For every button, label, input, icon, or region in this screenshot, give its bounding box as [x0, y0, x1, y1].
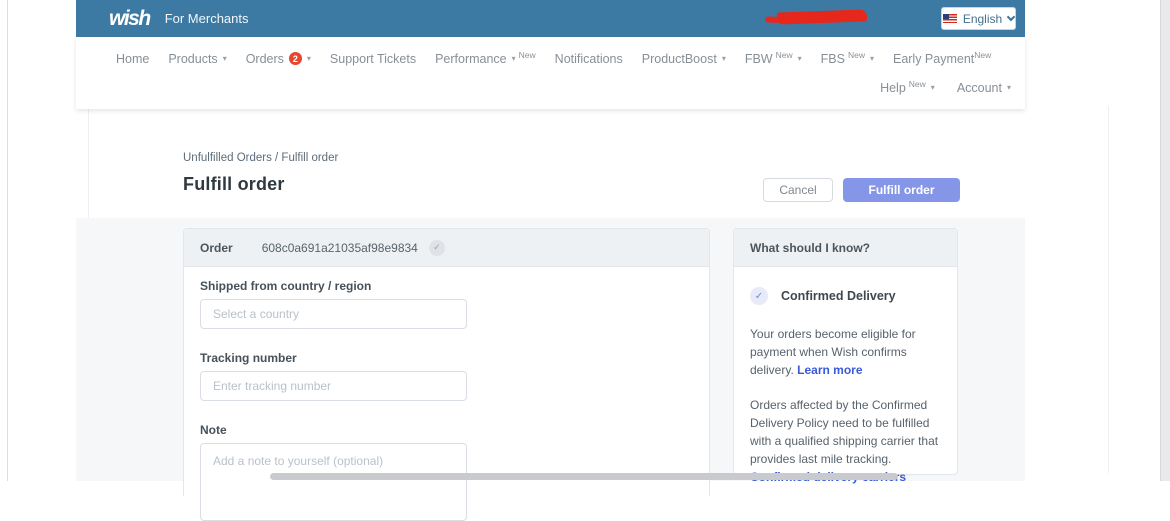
info-paragraph-2-text: Orders affected by the Confirmed Deliver…: [750, 398, 939, 466]
nav-row-primary: Home Products ▾ Orders 2 ▾ Support Tickets …: [116, 49, 1011, 68]
page-right-edge: [1108, 106, 1109, 473]
nav-products-label: Products: [168, 51, 218, 66]
us-flag-icon: [942, 14, 957, 23]
orders-count-badge: 2: [288, 52, 302, 65]
chevron-down-icon: [1006, 12, 1016, 22]
horizontal-scrollbar-thumb[interactable]: [270, 473, 898, 480]
nav-fbw-label: FBW: [744, 51, 773, 66]
nav-help[interactable]: Help New ▾: [880, 79, 935, 95]
nav-orders[interactable]: Orders 2 ▾: [246, 52, 311, 66]
language-label: English: [962, 11, 1003, 26]
nav-home-label: Home: [116, 51, 150, 66]
chevron-down-icon: ▾: [721, 53, 726, 63]
order-label: Order: [200, 240, 233, 255]
top-header: wish For Merchants English: [76, 0, 1025, 37]
nav-account[interactable]: Account ▾: [957, 81, 1011, 95]
info-panel-body: ✓ Confirmed Delivery Your orders become …: [734, 267, 957, 486]
nav-performance[interactable]: Performance ▾ New: [435, 49, 536, 66]
redacted-merchant-name: [776, 9, 868, 25]
country-field-label: Shipped from country / region: [200, 279, 372, 293]
breadcrumb[interactable]: Unfulfilled Orders / Fulfill order: [183, 152, 338, 164]
nav-row-secondary: Help New ▾ Account ▾: [116, 79, 1011, 97]
chevron-down-icon: ▾: [306, 53, 311, 63]
nav-account-label: Account: [956, 81, 1002, 95]
fulfill-order-button[interactable]: Fulfill order: [843, 178, 960, 202]
nav-fbw[interactable]: FBW New ▾: [744, 49, 802, 66]
order-card-header: Order 608c0a691a21035af98e9834 ✓: [184, 229, 709, 267]
cancel-button[interactable]: Cancel: [763, 178, 833, 202]
nav-fbs-label: FBS: [820, 51, 845, 66]
nav-early-payment-label: Early Payment: [892, 51, 975, 66]
note-textarea[interactable]: [200, 443, 467, 521]
page-title: Fulfill order: [183, 174, 285, 194]
confirmed-delivery-check-icon: ✓: [750, 287, 768, 305]
nav-orders-label: Orders: [245, 51, 284, 66]
merchant-app: wish For Merchants English Home Products…: [76, 0, 1025, 109]
chevron-down-icon: ▾: [869, 53, 874, 63]
order-check-icon: ✓: [428, 239, 445, 256]
window-left-border: [7, 0, 8, 481]
nav-home[interactable]: Home: [116, 52, 149, 66]
order-form-body: Shipped from country / region Tracking n…: [184, 267, 709, 521]
confirmed-delivery-title: Confirmed Delivery: [781, 289, 896, 303]
nav-help-label: Help: [880, 81, 906, 95]
chevron-down-icon: ▾: [511, 53, 516, 63]
chevron-down-icon: ▾: [797, 53, 802, 63]
language-selector[interactable]: English: [941, 7, 1016, 30]
nav-early-payment[interactable]: Early Payment New: [892, 49, 992, 66]
nav-notifications-label: Notifications: [554, 51, 623, 66]
chevron-down-icon: ▾: [222, 53, 227, 63]
vertical-scrollbar-track[interactable]: [1160, 0, 1170, 481]
order-form-card: Order 608c0a691a21035af98e9834 ✓ Shipped…: [183, 228, 710, 521]
nav-performance-label: Performance: [435, 51, 507, 66]
nav-support-tickets-label: Support Tickets: [329, 51, 417, 66]
tracking-number-input[interactable]: [200, 371, 467, 401]
nav-products[interactable]: Products ▾: [168, 52, 226, 66]
note-field-label: Note: [200, 423, 227, 437]
new-tag: New: [518, 49, 536, 60]
nav-productboost[interactable]: ProductBoost ▾: [642, 52, 726, 66]
info-paragraph-1: Your orders become eligible for payment …: [750, 325, 941, 379]
nav-support-tickets[interactable]: Support Tickets: [330, 52, 416, 66]
new-tag: New: [775, 49, 793, 60]
info-panel-header: What should I know?: [734, 229, 957, 267]
nav-fbs[interactable]: FBS New ▾: [820, 49, 874, 66]
learn-more-link[interactable]: Learn more: [797, 363, 862, 377]
new-tag: New: [974, 49, 992, 60]
nav-productboost-label: ProductBoost: [641, 51, 717, 66]
wish-logo: wish: [109, 6, 151, 30]
confirmed-delivery-row: ✓ Confirmed Delivery: [750, 287, 941, 305]
main-navbar: Home Products ▾ Orders 2 ▾ Support Tickets …: [76, 37, 1025, 109]
tracking-field-label: Tracking number: [200, 351, 297, 365]
info-panel: What should I know? ✓ Confirmed Delivery…: [733, 228, 958, 484]
info-panel-title: What should I know?: [750, 240, 870, 255]
chevron-down-icon: ▾: [930, 83, 935, 92]
country-select[interactable]: [200, 299, 467, 329]
chevron-down-icon: ▾: [1006, 83, 1011, 92]
new-tag: New: [908, 79, 926, 89]
new-tag: New: [847, 49, 865, 60]
nav-notifications[interactable]: Notifications: [555, 52, 623, 66]
for-merchants-label: For Merchants: [164, 11, 249, 26]
order-id: 608c0a691a21035af98e9834: [261, 240, 418, 255]
